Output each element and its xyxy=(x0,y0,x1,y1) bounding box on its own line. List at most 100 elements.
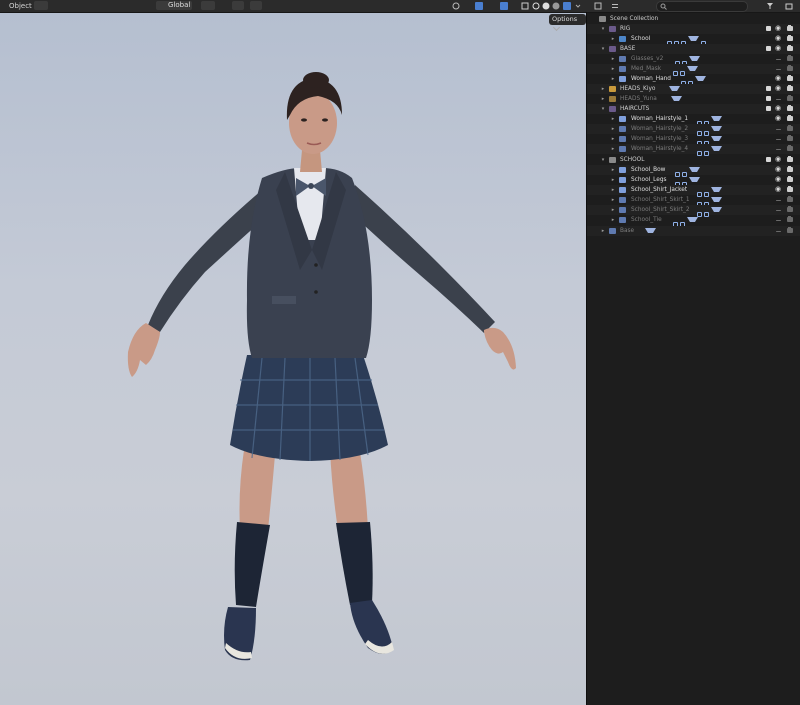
expand-arrow-icon[interactable]: ▸ xyxy=(610,165,616,175)
3d-viewport[interactable]: Options xyxy=(0,13,586,705)
proportional-toggle[interactable] xyxy=(250,1,262,10)
expand-arrow-icon[interactable]: ▸ xyxy=(600,94,606,104)
camera-icon[interactable] xyxy=(787,65,793,71)
rendered-shading-icon[interactable] xyxy=(563,2,571,10)
eye-hidden-icon[interactable] xyxy=(776,231,781,232)
orientation-select[interactable]: Global xyxy=(156,1,192,10)
eye-hidden-icon[interactable] xyxy=(776,129,781,130)
outliner-row-hairstyle-3[interactable]: ▸ Woman_Hairstyle_3 xyxy=(587,134,800,146)
mode-dropdown[interactable] xyxy=(34,1,48,10)
outliner-row-heads-kiyo[interactable]: ▸ HEADS_Kiyo ◉ xyxy=(587,84,800,94)
outliner-row-hairstyle-4[interactable]: ▸ Woman_Hairstyle_4 xyxy=(587,144,800,156)
eye-icon[interactable]: ◉ xyxy=(775,176,782,183)
camera-icon[interactable] xyxy=(787,95,793,101)
eye-icon[interactable]: ◉ xyxy=(775,35,782,42)
expand-arrow-icon[interactable]: ▸ xyxy=(610,114,616,124)
expand-arrow-icon[interactable]: ▸ xyxy=(610,74,616,84)
shading-options-icon[interactable] xyxy=(574,2,582,10)
outliner-row-heads-yuna[interactable]: ▸ HEADS_Yuna xyxy=(587,94,800,104)
eye-icon[interactable]: ◉ xyxy=(775,115,782,122)
camera-icon[interactable] xyxy=(787,206,793,212)
mode-select[interactable]: Object xyxy=(9,1,32,11)
expand-arrow-icon[interactable]: ▸ xyxy=(610,175,616,185)
outliner-row-base-mesh[interactable]: ▸ Base xyxy=(587,226,800,236)
outliner-search-input[interactable] xyxy=(656,1,748,12)
scene-collection-row[interactable]: Scene Collection xyxy=(587,14,800,24)
new-collection-icon[interactable] xyxy=(785,2,793,10)
solid-shading-icon[interactable] xyxy=(542,2,550,10)
outliner-row-school-bow[interactable]: ▸ School_Bow ◉ xyxy=(587,165,800,177)
outliner-row-glasses[interactable]: ▸ Glasses_v2 xyxy=(587,54,800,66)
outliner-row-rig[interactable]: ▾ RIG ◉ xyxy=(587,24,800,34)
camera-icon[interactable] xyxy=(787,145,793,151)
gizmo-toggle-icon[interactable] xyxy=(475,2,483,10)
expand-arrow-icon[interactable]: ▸ xyxy=(600,226,606,236)
eye-icon[interactable]: ◉ xyxy=(775,105,782,112)
exclude-checkbox[interactable] xyxy=(766,157,771,162)
outliner-row-school-legs[interactable]: ▸ School_Legs ◉ xyxy=(587,175,800,187)
eye-hidden-icon[interactable] xyxy=(776,59,781,60)
camera-icon[interactable] xyxy=(787,227,793,233)
eye-hidden-icon[interactable] xyxy=(776,210,781,211)
camera-icon[interactable] xyxy=(787,186,793,192)
eye-icon[interactable]: ◉ xyxy=(775,156,782,163)
expand-arrow-icon[interactable]: ▸ xyxy=(610,124,616,134)
eye-icon[interactable]: ◉ xyxy=(775,186,782,193)
eye-hidden-icon[interactable] xyxy=(776,99,781,100)
camera-icon[interactable] xyxy=(787,135,793,141)
camera-icon[interactable] xyxy=(787,55,793,61)
exclude-checkbox[interactable] xyxy=(766,86,771,91)
eye-icon[interactable]: ◉ xyxy=(775,85,782,92)
outliner-row-school-armature[interactable]: ▸ School ◉ xyxy=(587,34,800,46)
snap-toggle[interactable] xyxy=(232,1,244,10)
expand-arrow-icon[interactable]: ▾ xyxy=(600,44,606,54)
outliner-row-hairstyle-2[interactable]: ▸ Woman_Hairstyle_2 xyxy=(587,124,800,136)
eye-hidden-icon[interactable] xyxy=(776,200,781,201)
expand-arrow-icon[interactable]: ▸ xyxy=(610,134,616,144)
display-mode-icon[interactable] xyxy=(611,2,619,10)
outliner-row-base[interactable]: ▾ BASE ◉ xyxy=(587,44,800,54)
outliner-row-med-mask[interactable]: ▸ Med_Mask xyxy=(587,64,800,76)
eye-icon[interactable]: ◉ xyxy=(775,25,782,32)
outliner-row-school-skirt-1[interactable]: ▸ School_Shirt_Skirt_1 xyxy=(587,195,800,207)
expand-arrow-icon[interactable]: ▸ xyxy=(610,205,616,215)
material-shading-icon[interactable] xyxy=(552,2,560,10)
expand-arrow-icon[interactable]: ▸ xyxy=(610,185,616,195)
eye-hidden-icon[interactable] xyxy=(776,149,781,150)
outliner-row-hairstyle-1[interactable]: ▸ Woman_Hairstyle_1 ◉ xyxy=(587,114,800,126)
camera-icon[interactable] xyxy=(787,156,793,162)
exclude-checkbox[interactable] xyxy=(766,96,771,101)
pivot-select[interactable] xyxy=(201,1,215,10)
camera-icon[interactable] xyxy=(787,125,793,131)
exclude-checkbox[interactable] xyxy=(766,46,771,51)
outliner-row-school-tie[interactable]: ▸ School_Tie xyxy=(587,215,800,227)
expand-arrow-icon[interactable]: ▸ xyxy=(600,84,606,94)
expand-arrow-icon[interactable]: ▸ xyxy=(610,34,616,44)
expand-arrow-icon[interactable]: ▸ xyxy=(610,54,616,64)
expand-arrow-icon[interactable]: ▸ xyxy=(610,215,616,225)
xray-icon[interactable] xyxy=(521,2,529,10)
eye-icon[interactable]: ◉ xyxy=(775,166,782,173)
outliner-row-school-collection[interactable]: ▾ SCHOOL ◉ xyxy=(587,155,800,165)
filter-icon[interactable] xyxy=(766,2,774,10)
camera-icon[interactable] xyxy=(787,115,793,121)
eye-hidden-icon[interactable] xyxy=(776,220,781,221)
expand-arrow-icon[interactable]: ▾ xyxy=(600,104,606,114)
camera-icon[interactable] xyxy=(787,196,793,202)
exclude-checkbox[interactable] xyxy=(766,106,771,111)
camera-icon[interactable] xyxy=(787,85,793,91)
eye-icon[interactable]: ◉ xyxy=(775,45,782,52)
camera-icon[interactable] xyxy=(787,45,793,51)
overlay-toggle-icon[interactable] xyxy=(500,2,508,10)
expand-arrow-icon[interactable]: ▸ xyxy=(610,64,616,74)
eye-hidden-icon[interactable] xyxy=(776,69,781,70)
outliner-row-school-shirt-jacket[interactable]: ▸ School_Shirt_Jacket ◉ xyxy=(587,185,800,197)
camera-icon[interactable] xyxy=(787,105,793,111)
expand-arrow-icon[interactable]: ▸ xyxy=(610,144,616,154)
outliner-row-woman-hand[interactable]: ▸ Woman_Hand ◉ xyxy=(587,74,800,86)
visibility-icon[interactable] xyxy=(452,2,460,10)
wireframe-shading-icon[interactable] xyxy=(532,2,540,10)
outliner-row-haircuts[interactable]: ▾ HAIRCUTS ◉ xyxy=(587,104,800,114)
camera-icon[interactable] xyxy=(787,35,793,41)
eye-icon[interactable]: ◉ xyxy=(775,75,782,82)
